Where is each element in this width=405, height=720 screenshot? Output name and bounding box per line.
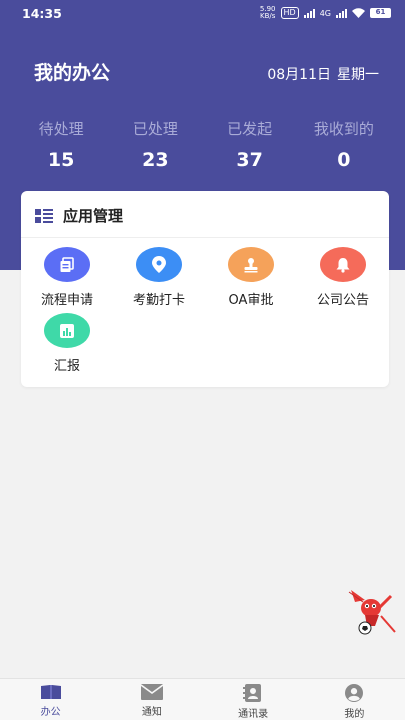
app-label: 汇报	[53, 359, 80, 374]
bell-icon	[336, 257, 350, 273]
app-label: 公司公告	[316, 293, 369, 308]
signal-icon-2	[336, 8, 347, 18]
wifi-icon	[352, 8, 365, 18]
app-label: OA审批	[228, 293, 274, 308]
stat-label: 已处理	[132, 120, 178, 138]
card-title: 应用管理	[63, 207, 124, 225]
mascot-icon	[348, 590, 396, 635]
tab-mine[interactable]: 我的	[304, 679, 405, 720]
app-oa-approval[interactable]: OA审批	[205, 247, 297, 308]
stat-value: 15	[47, 149, 75, 171]
network-type: 4G	[319, 8, 331, 18]
app-icon-circle	[228, 247, 274, 282]
app-process-application[interactable]: 流程申请	[21, 247, 113, 308]
stat-value: 37	[236, 149, 263, 171]
stat-label: 待处理	[38, 120, 84, 138]
app-icon-circle	[136, 247, 182, 282]
app-icon-circle	[44, 313, 90, 348]
app-icon-circle	[44, 247, 90, 282]
weekday-text: 星期一	[337, 67, 379, 83]
card-header: 应用管理	[35, 205, 123, 226]
stats-row: 待处理 15 已处理 23 已发起 37 我收到的 0	[14, 118, 391, 171]
envelope-icon	[140, 684, 163, 700]
book-icon	[40, 685, 61, 699]
date-text: 08月11日	[267, 67, 331, 83]
stat-label: 我收到的	[313, 120, 374, 138]
date-display: 08月11日 星期一	[267, 64, 379, 84]
divider	[21, 237, 389, 238]
battery-icon: 61	[370, 8, 391, 18]
app-label: 考勤打卡	[132, 293, 185, 308]
stat-received[interactable]: 我收到的 0	[297, 118, 391, 171]
app-label: 流程申请	[40, 293, 93, 308]
tab-notifications[interactable]: 通知	[101, 679, 202, 720]
stat-label: 已发起	[227, 120, 273, 138]
app-attendance[interactable]: 考勤打卡	[113, 247, 205, 308]
status-bar: 14:35 5.90 KB/s HD 4G 61	[0, 0, 405, 26]
app-management-card: 应用管理 流程申请 考勤打卡 OA审批 公司公告 汇报	[21, 191, 389, 387]
stat-processed[interactable]: 已处理 23	[108, 118, 202, 171]
app-report[interactable]: 汇报	[21, 313, 113, 374]
report-chart-icon	[60, 323, 74, 338]
document-icon	[60, 256, 74, 272]
stat-initiated[interactable]: 已发起 37	[203, 118, 297, 171]
stat-value: 0	[337, 149, 351, 171]
page-title: 我的办公	[34, 62, 111, 84]
hd-badge: HD	[280, 7, 299, 19]
stamp-icon	[244, 257, 258, 272]
tab-label: 我的	[344, 709, 365, 720]
network-speed: 5.90 KB/s	[259, 5, 276, 20]
tab-office[interactable]: 办公	[0, 679, 101, 720]
bottom-tab-bar: 办公 通知 通讯录 我的	[0, 678, 405, 720]
contacts-icon	[243, 684, 262, 702]
stat-value: 23	[142, 149, 169, 171]
tab-label: 通知	[141, 707, 162, 718]
location-pin-icon	[152, 256, 166, 273]
status-icons: 5.90 KB/s HD 4G 61	[260, 6, 391, 20]
status-time: 14:35	[22, 6, 62, 21]
signal-icon	[303, 8, 315, 18]
tab-label: 通讯录	[238, 709, 269, 720]
tab-label: 办公	[40, 707, 61, 718]
tab-contacts[interactable]: 通讯录	[203, 679, 304, 720]
grid-list-icon	[35, 208, 53, 223]
app-company-announcement[interactable]: 公司公告	[297, 247, 389, 308]
stat-pending[interactable]: 待处理 15	[14, 118, 108, 171]
user-icon	[345, 684, 364, 702]
app-icon-circle	[320, 247, 366, 282]
